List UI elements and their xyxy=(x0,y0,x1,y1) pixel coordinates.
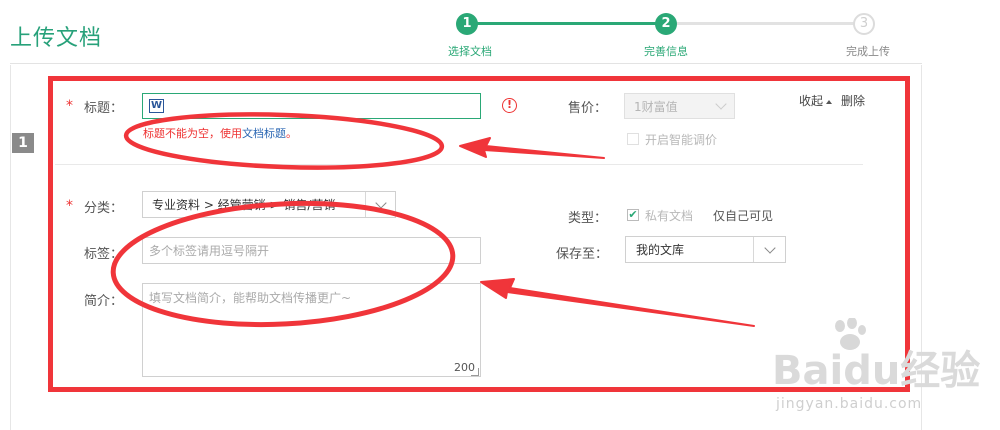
annotation-arrow-tags xyxy=(480,278,755,327)
annotation-ellipse-tags xyxy=(110,200,456,328)
watermark-url: jingyan.baidu.com xyxy=(776,396,923,412)
paw-icon xyxy=(835,318,866,350)
annotation-ellipse-title xyxy=(123,112,445,170)
baidu-jingyan-watermark: Baidu经验 jingyan.baidu.com xyxy=(772,318,981,412)
watermark-brand: Baidu经验 xyxy=(772,348,981,394)
annotation-arrow-title xyxy=(459,137,605,159)
